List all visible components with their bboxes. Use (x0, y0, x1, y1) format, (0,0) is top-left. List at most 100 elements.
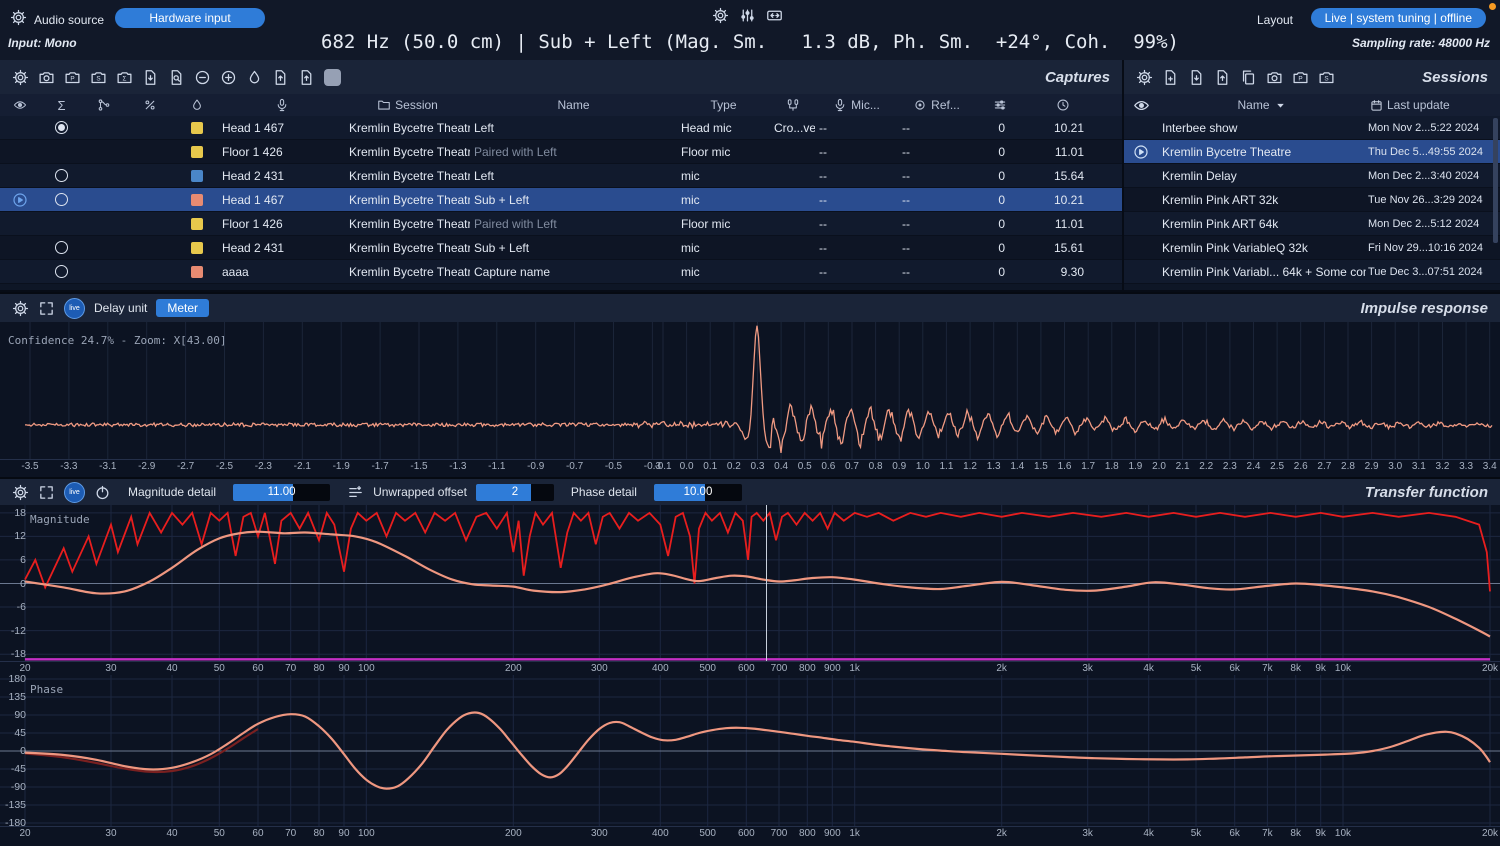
unwrapped-offset-input[interactable]: 2 (476, 484, 554, 501)
session-row[interactable]: Kremlin Bycetre TheatreThu Dec 5...49:55… (1124, 140, 1500, 164)
magnitude-detail-input[interactable]: 11.00 (233, 484, 330, 501)
sessions-scrollbar[interactable] (1493, 118, 1498, 243)
crossover-column-icon[interactable] (786, 98, 800, 112)
capture-row[interactable]: Head 1 467Kremlin Bycetre TheatreSub + L… (0, 188, 1122, 212)
link-column-icon[interactable] (97, 98, 111, 112)
time-column-icon[interactable] (1056, 98, 1070, 112)
magnitude-chart[interactable] (0, 505, 1500, 662)
capture-select-radio[interactable] (40, 260, 83, 283)
camera-p-icon[interactable]: P (1292, 69, 1309, 86)
calibration-column-icon[interactable] (143, 98, 157, 112)
polarity-icon[interactable] (94, 484, 111, 501)
freq-x-tick: 1k (842, 828, 868, 839)
gear-icon[interactable] (1136, 69, 1153, 86)
impulse-fullscreen-icon[interactable] (38, 300, 55, 317)
sessions-eye-icon[interactable] (1128, 97, 1154, 114)
phase-chart[interactable] (0, 675, 1500, 827)
transfer-settings-gear-icon[interactable] (12, 484, 29, 501)
capture-color-swatch[interactable] (175, 212, 218, 235)
camera-s-icon[interactable]: S (90, 69, 107, 86)
type-column-header[interactable]: Type (677, 94, 770, 116)
session-play-button[interactable] (1124, 140, 1158, 163)
transfer-fullscreen-icon[interactable] (38, 484, 55, 501)
impulse-settings-gear-icon[interactable] (12, 300, 29, 317)
impulse-plot[interactable]: Confidence 24.7% - Zoom: X[43.00] (0, 322, 1500, 460)
doc-import-icon[interactable] (142, 69, 159, 86)
gear-icon[interactable] (12, 69, 29, 86)
gear-icon[interactable] (712, 7, 729, 24)
mode-button[interactable]: Live | system tuning | offline (1311, 8, 1486, 28)
doc-new-icon[interactable] (1162, 69, 1179, 86)
session-row[interactable]: Kremlin Pink ART 64kMon Dec 2...5:12 202… (1124, 212, 1500, 236)
impulse-waveform[interactable] (0, 322, 1500, 460)
impulse-x-tick: 2.6 (1288, 461, 1314, 472)
name-column-header[interactable]: Name (470, 94, 677, 116)
capture-color-swatch[interactable] (175, 260, 218, 283)
capture-select-radio[interactable] (40, 116, 83, 139)
sort-down-icon[interactable] (1274, 99, 1287, 112)
sessions-last-update-header[interactable]: Last update (1387, 98, 1450, 112)
capture-time: 10.21 (1025, 116, 1100, 139)
phase-detail-input[interactable]: 10.00 (654, 484, 742, 501)
io-icon[interactable] (766, 7, 783, 24)
camera-icon[interactable] (38, 69, 55, 86)
capture-row[interactable]: Floor 1 426Kremlin Bycetre TheatrePaired… (0, 140, 1122, 164)
capture-cell-empty (83, 164, 125, 187)
session-column-header[interactable]: Session (395, 98, 438, 112)
capture-color-swatch[interactable] (175, 188, 218, 211)
phase-plot[interactable]: Phase 18013590450-45-90-135-180 (0, 675, 1500, 827)
doc-import-icon[interactable] (1188, 69, 1205, 86)
session-row[interactable]: Kremlin Pink VariableQ 32kFri Nov 29...1… (1124, 236, 1500, 260)
capture-select-radio[interactable] (40, 236, 83, 259)
capture-color-swatch[interactable] (175, 116, 218, 139)
doc-export-icon[interactable] (1214, 69, 1231, 86)
capture-color-swatch[interactable] (175, 236, 218, 259)
magnitude-plot[interactable]: Magnitude 181260-6-12-18 (0, 505, 1500, 662)
device-column-mic-icon[interactable] (275, 98, 289, 112)
gain-column-icon[interactable] (993, 98, 1007, 112)
freq-x-tick: 7k (1254, 663, 1280, 674)
sessions-name-header[interactable]: Name (1237, 98, 1269, 112)
camera-sum-icon[interactable]: Σ (116, 69, 133, 86)
impulse-live-button[interactable]: live (64, 298, 85, 319)
unwrapped-offset-icon[interactable] (347, 484, 364, 501)
svg-text:P: P (70, 75, 74, 82)
ref-column-header[interactable]: Ref... (931, 98, 960, 112)
capture-select-radio[interactable] (40, 188, 83, 211)
color-column-drop-icon[interactable] (190, 98, 204, 112)
capture-play-button[interactable] (0, 188, 40, 211)
capture-row[interactable]: Head 1 467Kremlin Bycetre TheatreLeftHea… (0, 116, 1122, 140)
doc-copy-icon[interactable] (1240, 69, 1257, 86)
session-row[interactable]: Interbee showMon Nov 2...5:22 2024 (1124, 116, 1500, 140)
sliders-v-icon[interactable] (739, 7, 756, 24)
session-row[interactable]: Kremlin Pink ART 32kTue Nov 26...3:29 20… (1124, 188, 1500, 212)
minus-circle-icon[interactable] (194, 69, 211, 86)
capture-color-swatch[interactable] (175, 164, 218, 187)
session-row[interactable]: Kremlin Pink Variabl... 64k + Some comme… (1124, 260, 1500, 284)
swatch-icon[interactable] (324, 69, 341, 86)
doc-zoom-icon[interactable] (168, 69, 185, 86)
visibility-column-eye-icon[interactable] (13, 98, 27, 112)
camera-p-icon[interactable]: P (64, 69, 81, 86)
session-row[interactable]: Kremlin DelayMon Dec 2...3:40 2024 (1124, 164, 1500, 188)
camera-s-icon[interactable]: S (1318, 69, 1335, 86)
capture-color-swatch[interactable] (175, 140, 218, 163)
layout-label[interactable]: Layout (1257, 13, 1293, 27)
delay-unit-meter-button[interactable]: Meter (156, 299, 209, 317)
capture-row[interactable]: Head 2 431Kremlin Bycetre TheatreSub + L… (0, 236, 1122, 260)
impulse-x-tick: 1.4 (1004, 461, 1030, 472)
capture-row[interactable]: Floor 1 426Kremlin Bycetre TheatrePaired… (0, 212, 1122, 236)
capture-row[interactable]: aaaaKremlin Bycetre TheatreCapture namem… (0, 260, 1122, 284)
drop-icon[interactable] (246, 69, 263, 86)
hardware-input-button[interactable]: Hardware input (115, 8, 265, 28)
doc-export-icon[interactable] (298, 69, 315, 86)
doc-export-icon[interactable] (272, 69, 289, 86)
transfer-live-button[interactable]: live (64, 482, 85, 503)
capture-row[interactable]: Head 2 431Kremlin Bycetre TheatreLeftmic… (0, 164, 1122, 188)
plus-circle-icon[interactable] (220, 69, 237, 86)
sum-column-icon[interactable]: Σ (57, 98, 65, 113)
capture-select-radio[interactable] (40, 164, 83, 187)
mic-column-header[interactable]: Mic... (851, 98, 880, 112)
audio-settings-gear-icon[interactable] (10, 9, 27, 26)
camera-icon[interactable] (1266, 69, 1283, 86)
